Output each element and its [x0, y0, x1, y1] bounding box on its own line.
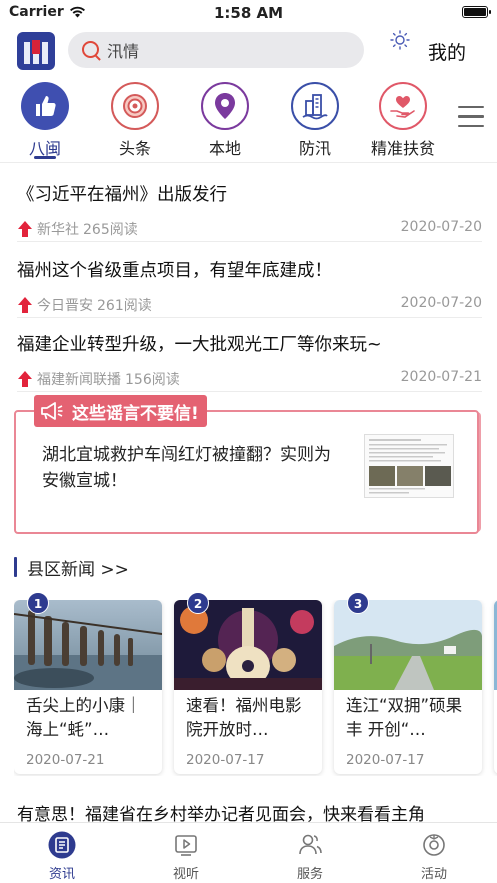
rumor-thumbnail: [364, 434, 454, 498]
rumor-card[interactable]: 这些谣言不要信! 湖北宜城救护车闯红灯被撞翻？实则为安徽宣城！: [14, 395, 481, 534]
tab-label: 服务: [296, 867, 323, 882]
active-channel-indicator: [34, 156, 56, 159]
channel-bamin[interactable]: 八闽: [0, 82, 90, 159]
news-source: 福建新闻联播: [37, 372, 121, 388]
search-icon: [81, 40, 101, 60]
channel-fupin[interactable]: 精准扶贫: [358, 82, 448, 159]
news-item[interactable]: 《习近平在福州》出版发行 新华社 265阅读 2020-07-20: [17, 166, 482, 242]
battery-icon: [462, 6, 491, 18]
target-icon: [111, 82, 159, 130]
channel-label: 精准扶贫: [370, 139, 435, 158]
thumbs-up-icon: [21, 82, 69, 130]
tab-news[interactable]: 资讯: [27, 831, 97, 882]
channel-label: 本地: [208, 139, 241, 158]
card-date: 2020-07-17: [186, 752, 265, 768]
news-title: 《习近平在福州》出版发行: [17, 185, 227, 205]
channel-bar: 八闽 头条 本地 防汛 精准扶贫: [0, 82, 497, 160]
tab-video[interactable]: 视听: [151, 831, 221, 882]
clock: 1:58 AM: [213, 4, 284, 22]
buildings-icon: [291, 82, 339, 130]
card-date: 2020-07-17: [346, 752, 425, 768]
news-card[interactable]: 连江“双拥”硕果丰 开创“… 2020-07-17: [334, 600, 482, 774]
rank-badge: 2: [187, 592, 209, 614]
mine-button[interactable]: 我的: [428, 38, 466, 65]
news-source: 新华社: [37, 222, 79, 238]
channel-label: 头条: [118, 139, 151, 158]
news-meta: 今日晋安 261阅读: [17, 295, 152, 315]
news-title: 福建企业转型升级，一大批观光工厂等你来玩~: [17, 335, 382, 355]
hamburger-menu-icon[interactable]: [458, 106, 484, 128]
news-item[interactable]: 福州这个省级重点项目，有望年底建成！ 今日晋安 261阅读 2020-07-20: [17, 242, 482, 318]
section-title: 县区新闻 >>: [27, 559, 129, 580]
news-reads: 265阅读: [83, 222, 138, 238]
rumor-tag-label: 这些谣言不要信!: [72, 403, 199, 424]
status-bar: Carrier 1:58 AM: [0, 0, 497, 24]
hot-arrow-icon: [17, 297, 33, 313]
card-title: 连江“双拥”硕果丰 开创“…: [346, 696, 463, 739]
tab-label: 活动: [420, 867, 447, 882]
people-icon: [296, 831, 324, 859]
rank-badge: 3: [347, 592, 369, 614]
rumor-tag: 这些谣言不要信!: [34, 395, 207, 427]
card-title: 舌尖上的小康｜海上“蚝”…: [26, 696, 142, 739]
app-logo[interactable]: [17, 32, 55, 70]
card-title: 速看！福州电影院开放时…: [186, 696, 302, 739]
channel-toutiao[interactable]: 头条: [90, 82, 180, 159]
hot-arrow-icon: [17, 371, 33, 387]
top-header: 汛情 我的: [0, 30, 497, 74]
megaphone-icon: [41, 402, 63, 420]
video-icon: [172, 831, 200, 859]
county-news-carousel[interactable]: 舌尖上的小康｜海上“蚝”… 2020-07-21 速看！福州电影院开放时… 20…: [14, 600, 497, 776]
divider: [0, 162, 497, 163]
news-meta: 新华社 265阅读: [17, 219, 138, 239]
news-reads: 156阅读: [125, 372, 180, 388]
tab-service[interactable]: 服务: [275, 831, 345, 882]
news-item[interactable]: 福建企业转型升级，一大批观光工厂等你来玩~ 福建新闻联播 156阅读 2020-…: [17, 316, 482, 392]
search-text: 汛情: [107, 42, 140, 61]
news-date: 2020-07-21: [400, 369, 482, 385]
channel-fangxun[interactable]: 防汛: [270, 82, 360, 159]
weather-sun-icon[interactable]: [390, 30, 410, 50]
location-pin-icon: [201, 82, 249, 130]
news-card[interactable]: 速看！福州电影院开放时… 2020-07-17: [174, 600, 322, 774]
channel-bendi[interactable]: 本地: [180, 82, 270, 159]
news-title: 福州这个省级重点项目，有望年底建成！: [17, 261, 332, 281]
news-date: 2020-07-20: [400, 219, 482, 235]
tab-label: 视听: [172, 867, 199, 882]
section-header-county-news[interactable]: 县区新闻 >>: [14, 556, 129, 580]
news-reads: 261阅读: [97, 298, 152, 314]
bottom-tab-bar: 资讯 视听 服务 活动: [0, 822, 497, 883]
heart-hand-icon: [379, 82, 427, 130]
hot-arrow-icon: [17, 221, 33, 237]
rank-badge: 1: [27, 592, 49, 614]
tab-activity[interactable]: 活动: [399, 831, 469, 882]
activity-icon: [420, 831, 448, 859]
section-bar: [14, 557, 17, 577]
channel-label: 防汛: [298, 139, 331, 158]
rumor-text: 湖北宜城救护车闯红灯被撞翻？实则为安徽宣城！: [42, 445, 331, 491]
news-icon: [48, 831, 76, 859]
news-source: 今日晋安: [37, 298, 93, 314]
card-date: 2020-07-21: [26, 752, 105, 768]
search-bar[interactable]: 汛情: [68, 32, 364, 68]
news-card[interactable]: 舌尖上的小康｜海上“蚝”… 2020-07-21: [14, 600, 162, 774]
news-meta: 福建新闻联播 156阅读: [17, 369, 180, 389]
tab-label: 资讯: [48, 867, 75, 882]
news-date: 2020-07-20: [400, 295, 482, 311]
